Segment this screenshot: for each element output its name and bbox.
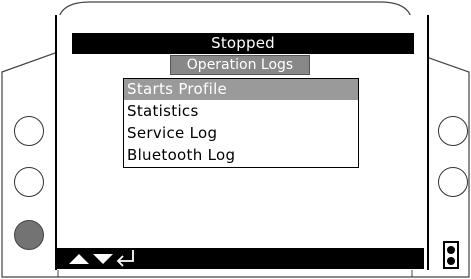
- right-button-top[interactable]: [438, 116, 468, 146]
- right-button-bottom[interactable]: [438, 167, 468, 197]
- operation-logs-menu: Starts Profile Statistics Service Log Bl…: [123, 78, 359, 168]
- menu-title: Operation Logs: [170, 55, 310, 75]
- status-title: Stopped: [72, 33, 414, 54]
- navigation-bar: [57, 248, 424, 269]
- bluetooth-status-icon: [443, 241, 459, 269]
- left-button-top[interactable]: [14, 116, 44, 146]
- enter-icon: [116, 250, 134, 267]
- menu-item-statistics[interactable]: Statistics: [124, 101, 358, 122]
- left-button-bottom[interactable]: [14, 220, 44, 250]
- up-arrow-icon: [69, 254, 89, 264]
- indicator-dot-upper: [447, 246, 455, 254]
- left-button-middle[interactable]: [14, 167, 44, 197]
- down-arrow-icon: [93, 254, 113, 264]
- indicator-dot-lower: [447, 257, 455, 265]
- menu-item-service-log[interactable]: Service Log: [124, 123, 358, 144]
- menu-item-starts-profile[interactable]: Starts Profile: [124, 79, 358, 100]
- menu-item-bluetooth-log[interactable]: Bluetooth Log: [124, 145, 358, 166]
